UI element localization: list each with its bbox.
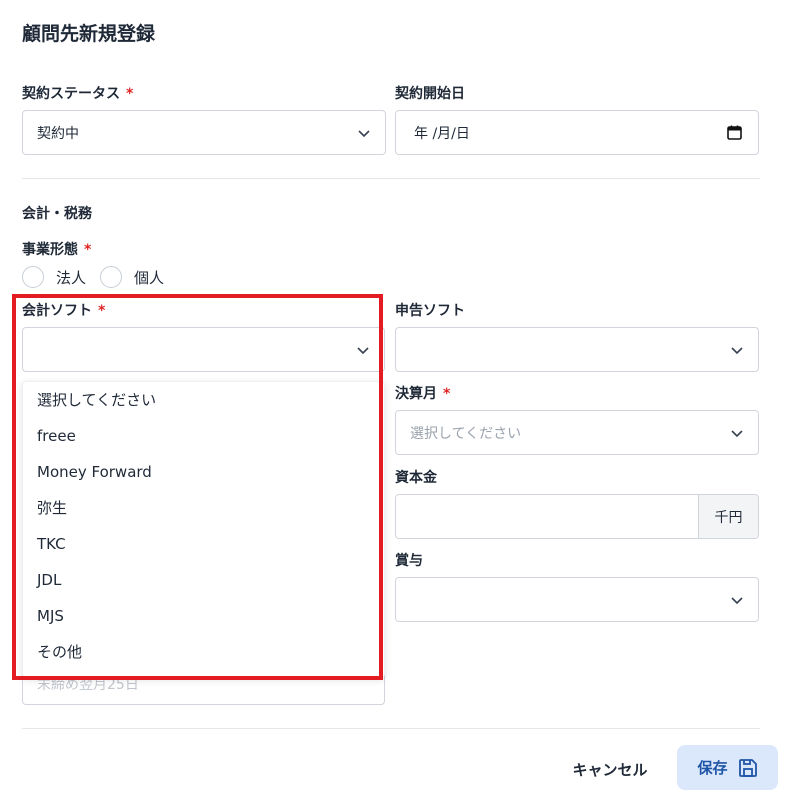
dropdown-option[interactable]: その他 xyxy=(23,634,384,670)
fiscal-month-label: 決算月 * xyxy=(395,383,450,403)
accounting-software-dropdown: 選択してください freee Money Forward 弥生 TKC JDL … xyxy=(22,381,385,678)
required-mark: * xyxy=(443,386,451,402)
bonus-label: 賞与 xyxy=(395,553,423,569)
accounting-software-select[interactable] xyxy=(22,327,385,372)
section-divider xyxy=(22,178,760,179)
footer-divider xyxy=(22,728,760,729)
dropdown-option[interactable]: 選択してください xyxy=(23,382,384,418)
dropdown-option[interactable]: JDL xyxy=(23,562,384,598)
fiscal-month-label-text: 決算月 xyxy=(395,386,437,402)
capital-input[interactable] xyxy=(396,495,698,538)
dropdown-option[interactable]: 弥生 xyxy=(23,490,384,526)
accounting-software-label-text: 会計ソフト xyxy=(22,303,92,319)
required-mark: * xyxy=(98,303,106,319)
accounting-software-label: 会計ソフト * xyxy=(22,300,105,320)
chevron-down-icon xyxy=(731,347,743,355)
radio-corporation[interactable] xyxy=(22,266,44,288)
date-value: 年 /月/日 xyxy=(414,125,470,142)
payment-terms-placeholder: 末締め翌月25日 xyxy=(37,677,139,693)
save-button-label: 保存 xyxy=(697,760,728,777)
capital-unit: 千円 xyxy=(698,495,758,538)
cancel-button[interactable]: キャンセル xyxy=(562,756,658,782)
chevron-down-icon xyxy=(731,597,743,605)
radio-individual[interactable] xyxy=(100,266,123,288)
save-button[interactable]: 保存 xyxy=(677,745,778,790)
bonus-select[interactable] xyxy=(395,577,759,622)
required-mark: * xyxy=(126,86,134,102)
page-title: 顧問先新規登録 xyxy=(22,23,156,45)
contract-status-value: 契約中 xyxy=(37,125,79,142)
chevron-down-icon xyxy=(358,130,370,138)
business-type-label: 事業形態 * xyxy=(22,239,91,259)
radio-label-corporation[interactable]: 法人 xyxy=(56,267,86,288)
section-title-accounting: 会計・税務 xyxy=(22,206,92,222)
dropdown-option[interactable]: MJS xyxy=(23,598,384,634)
business-type-label-text: 事業形態 xyxy=(22,242,78,258)
chevron-down-icon xyxy=(357,347,369,355)
tax-software-select[interactable] xyxy=(395,327,759,372)
save-icon xyxy=(738,758,757,777)
calendar-icon[interactable] xyxy=(727,125,742,140)
dropdown-option[interactable]: Money Forward xyxy=(23,454,384,490)
capital-input-group: 千円 xyxy=(395,494,759,539)
fiscal-month-placeholder: 選択してください xyxy=(410,425,522,442)
dropdown-option[interactable]: TKC xyxy=(23,526,384,562)
fiscal-month-select[interactable]: 選択してください xyxy=(395,410,759,455)
contract-start-date-input[interactable]: 年 /月/日 xyxy=(395,110,759,155)
contract-status-label-text: 契約ステータス xyxy=(22,86,120,102)
dropdown-option[interactable]: freee xyxy=(23,418,384,454)
contract-status-select[interactable]: 契約中 xyxy=(22,110,386,155)
contract-start-label: 契約開始日 xyxy=(395,86,465,102)
required-mark: * xyxy=(84,242,92,258)
chevron-down-icon xyxy=(731,430,743,438)
business-type-radio-group: 法人 個人 xyxy=(22,266,178,288)
capital-label: 資本金 xyxy=(395,470,437,486)
contract-status-label: 契約ステータス * xyxy=(22,83,133,103)
tax-software-label: 申告ソフト xyxy=(395,303,465,319)
radio-label-individual[interactable]: 個人 xyxy=(134,267,164,288)
